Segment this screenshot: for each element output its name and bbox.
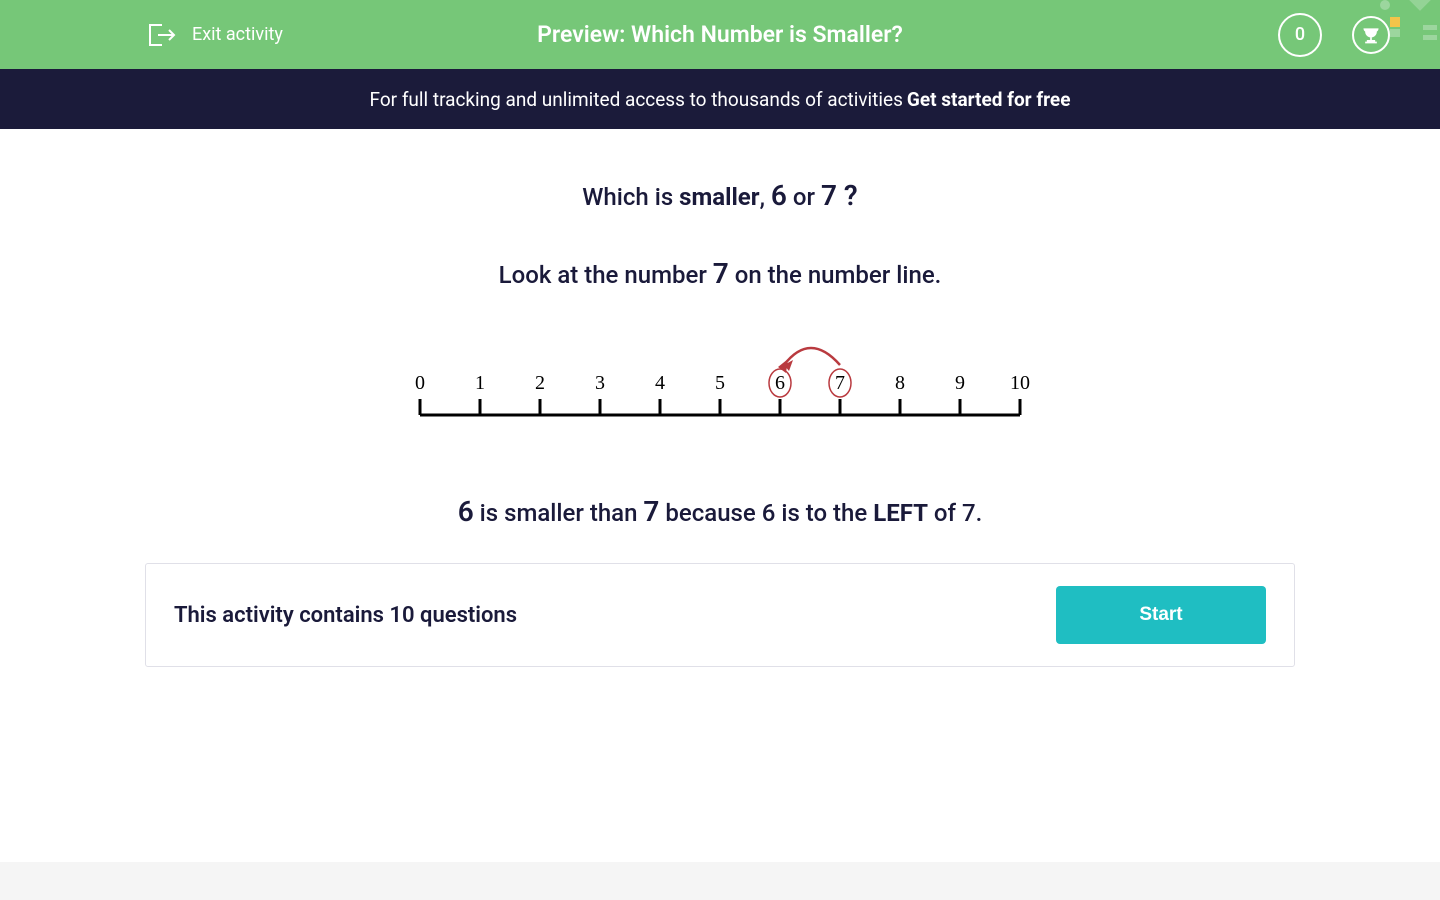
- svg-text:2: 2: [535, 372, 545, 394]
- banner-text: For full tracking and unlimited access t…: [370, 88, 903, 111]
- instruction-suffix: on the number line.: [729, 261, 942, 289]
- question-emphasis: smaller: [679, 183, 759, 211]
- exit-activity-button[interactable]: Exit activity: [50, 22, 283, 48]
- svg-text:6: 6: [775, 372, 785, 394]
- question-comma: ,: [760, 183, 771, 211]
- conclusion-text1: is smaller than: [474, 499, 644, 527]
- svg-text:5: 5: [715, 372, 725, 394]
- conclusion-text3: of 7.: [928, 499, 982, 527]
- question-count: This activity contains 10 questions: [174, 603, 517, 628]
- question-suffix: ?: [837, 179, 858, 212]
- score-value: 0: [1295, 24, 1305, 45]
- promo-banner: For full tracking and unlimited access t…: [0, 69, 1440, 129]
- conclusion-emphasis: LEFT: [873, 499, 928, 527]
- start-panel: This activity contains 10 questions Star…: [145, 563, 1295, 667]
- question-connector: or: [787, 183, 821, 211]
- number-line: 0 1 2 3 4 5 6 7 8 9 10: [400, 335, 1040, 435]
- svg-text:3: 3: [595, 372, 605, 394]
- start-button[interactable]: Start: [1056, 586, 1266, 644]
- conclusion-num-b: 7: [643, 495, 659, 528]
- banner-link[interactable]: Get started for free: [907, 88, 1071, 111]
- svg-text:8: 8: [895, 372, 905, 394]
- conclusion-num-a: 6: [458, 495, 474, 528]
- score-badge: 0: [1278, 13, 1322, 57]
- svg-text:4: 4: [655, 372, 665, 394]
- number-line-container: 0 1 2 3 4 5 6 7 8 9 10: [145, 335, 1295, 435]
- conclusion-text2: because 6 is to the: [659, 499, 873, 527]
- question-text: Which is smaller, 6 or 7 ?: [145, 179, 1295, 212]
- svg-text:10: 10: [1010, 372, 1030, 394]
- conclusion-text: 6 is smaller than 7 because 6 is to the …: [145, 495, 1295, 528]
- exit-label: Exit activity: [192, 24, 283, 45]
- question-num-a: 6: [771, 179, 787, 212]
- question-num-b: 7: [821, 179, 837, 212]
- exit-icon: [146, 22, 178, 48]
- activity-content: Which is smaller, 6 or 7 ? Look at the n…: [0, 129, 1440, 667]
- svg-text:7: 7: [835, 372, 845, 394]
- svg-text:9: 9: [955, 372, 965, 394]
- header-bar: Exit activity Preview: Which Number is S…: [0, 0, 1440, 69]
- question-prefix: Which is: [582, 183, 679, 211]
- footer-band: [0, 862, 1440, 900]
- svg-text:1: 1: [475, 372, 485, 394]
- page-title: Preview: Which Number is Smaller?: [537, 21, 903, 48]
- instruction-text: Look at the number 7 on the number line.: [145, 257, 1295, 290]
- instruction-prefix: Look at the number: [499, 261, 713, 289]
- svg-text:0: 0: [415, 372, 425, 394]
- instruction-number: 7: [713, 257, 729, 290]
- corner-decor: [1370, 0, 1440, 60]
